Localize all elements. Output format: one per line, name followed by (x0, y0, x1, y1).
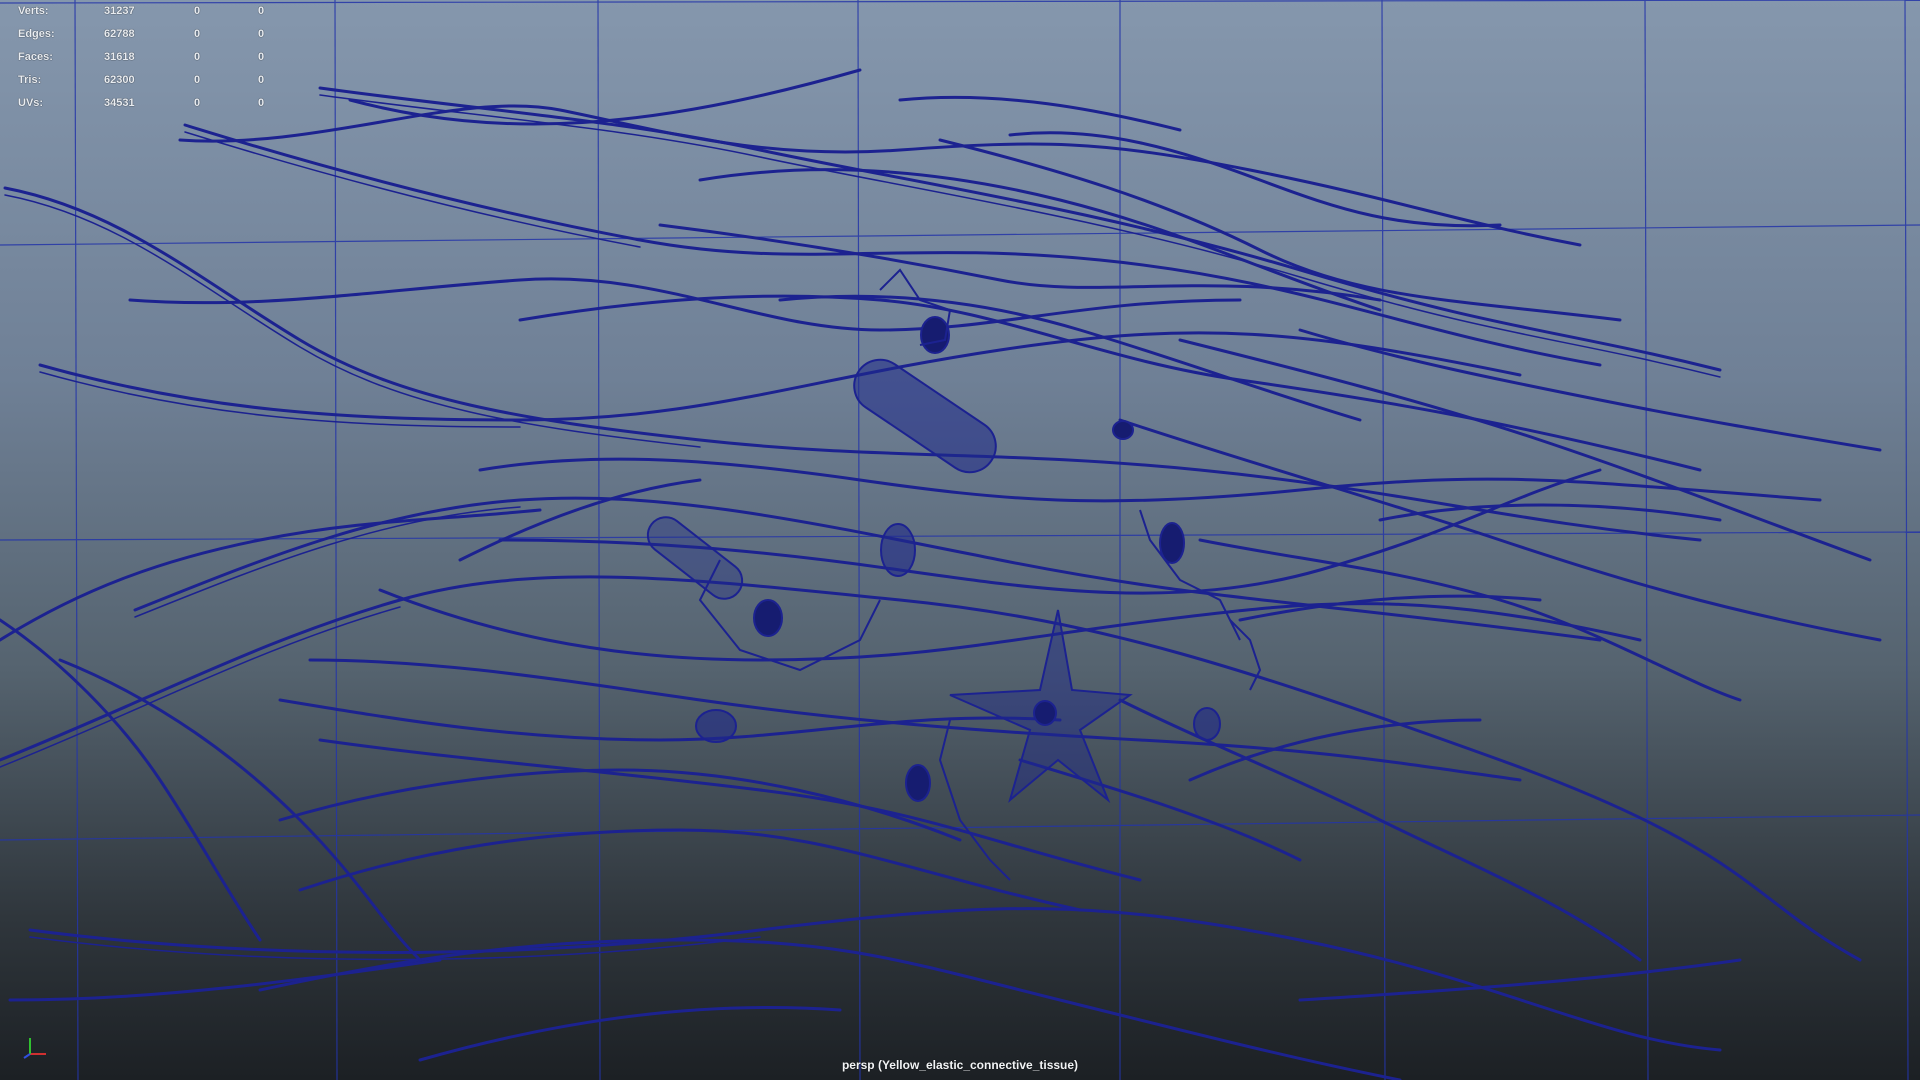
hud-component-count: 0 (258, 5, 265, 17)
hud-component-count: 0 (258, 97, 265, 109)
hud-label: Tris: (18, 74, 42, 86)
cylinder-fiber-bundle (646, 358, 997, 600)
hud-total-count: 34531 (104, 97, 135, 109)
hud-selected-count: 0 (194, 5, 201, 17)
hud-selected-count: 0 (194, 97, 201, 109)
xyz-axis-icon (23, 1038, 46, 1059)
hud-selected-count: 0 (194, 74, 201, 86)
3d-viewport[interactable]: Verts: 31237 0 0 Edges: 62788 0 0 Faces:… (0, 0, 1920, 1080)
camera-label: persp (Yellow_elastic_connective_tissue) (841, 1058, 1079, 1072)
hud-selected-count: 0 (194, 28, 201, 40)
hud-component-count: 0 (258, 51, 265, 63)
hud-label: Edges: (18, 28, 55, 40)
hud-label: Verts: (18, 5, 49, 17)
hud-component-count: 0 (258, 28, 265, 40)
wireframe-scene[interactable] (0, 0, 1920, 1080)
hud-selected-count: 0 (194, 51, 201, 63)
hud-component-count: 0 (258, 74, 265, 86)
star-fibroblast (949, 609, 1133, 804)
hud-total-count: 62788 (104, 28, 135, 40)
elastic-fibers (0, 68, 1882, 1080)
hud-label: UVs: (18, 97, 44, 109)
fibroblast-cells (646, 268, 1262, 881)
hud-total-count: 31618 (104, 51, 135, 63)
hud-total-count: 62300 (104, 74, 135, 86)
hud-total-count: 31237 (104, 5, 135, 17)
hud-label: Faces: (18, 51, 53, 63)
